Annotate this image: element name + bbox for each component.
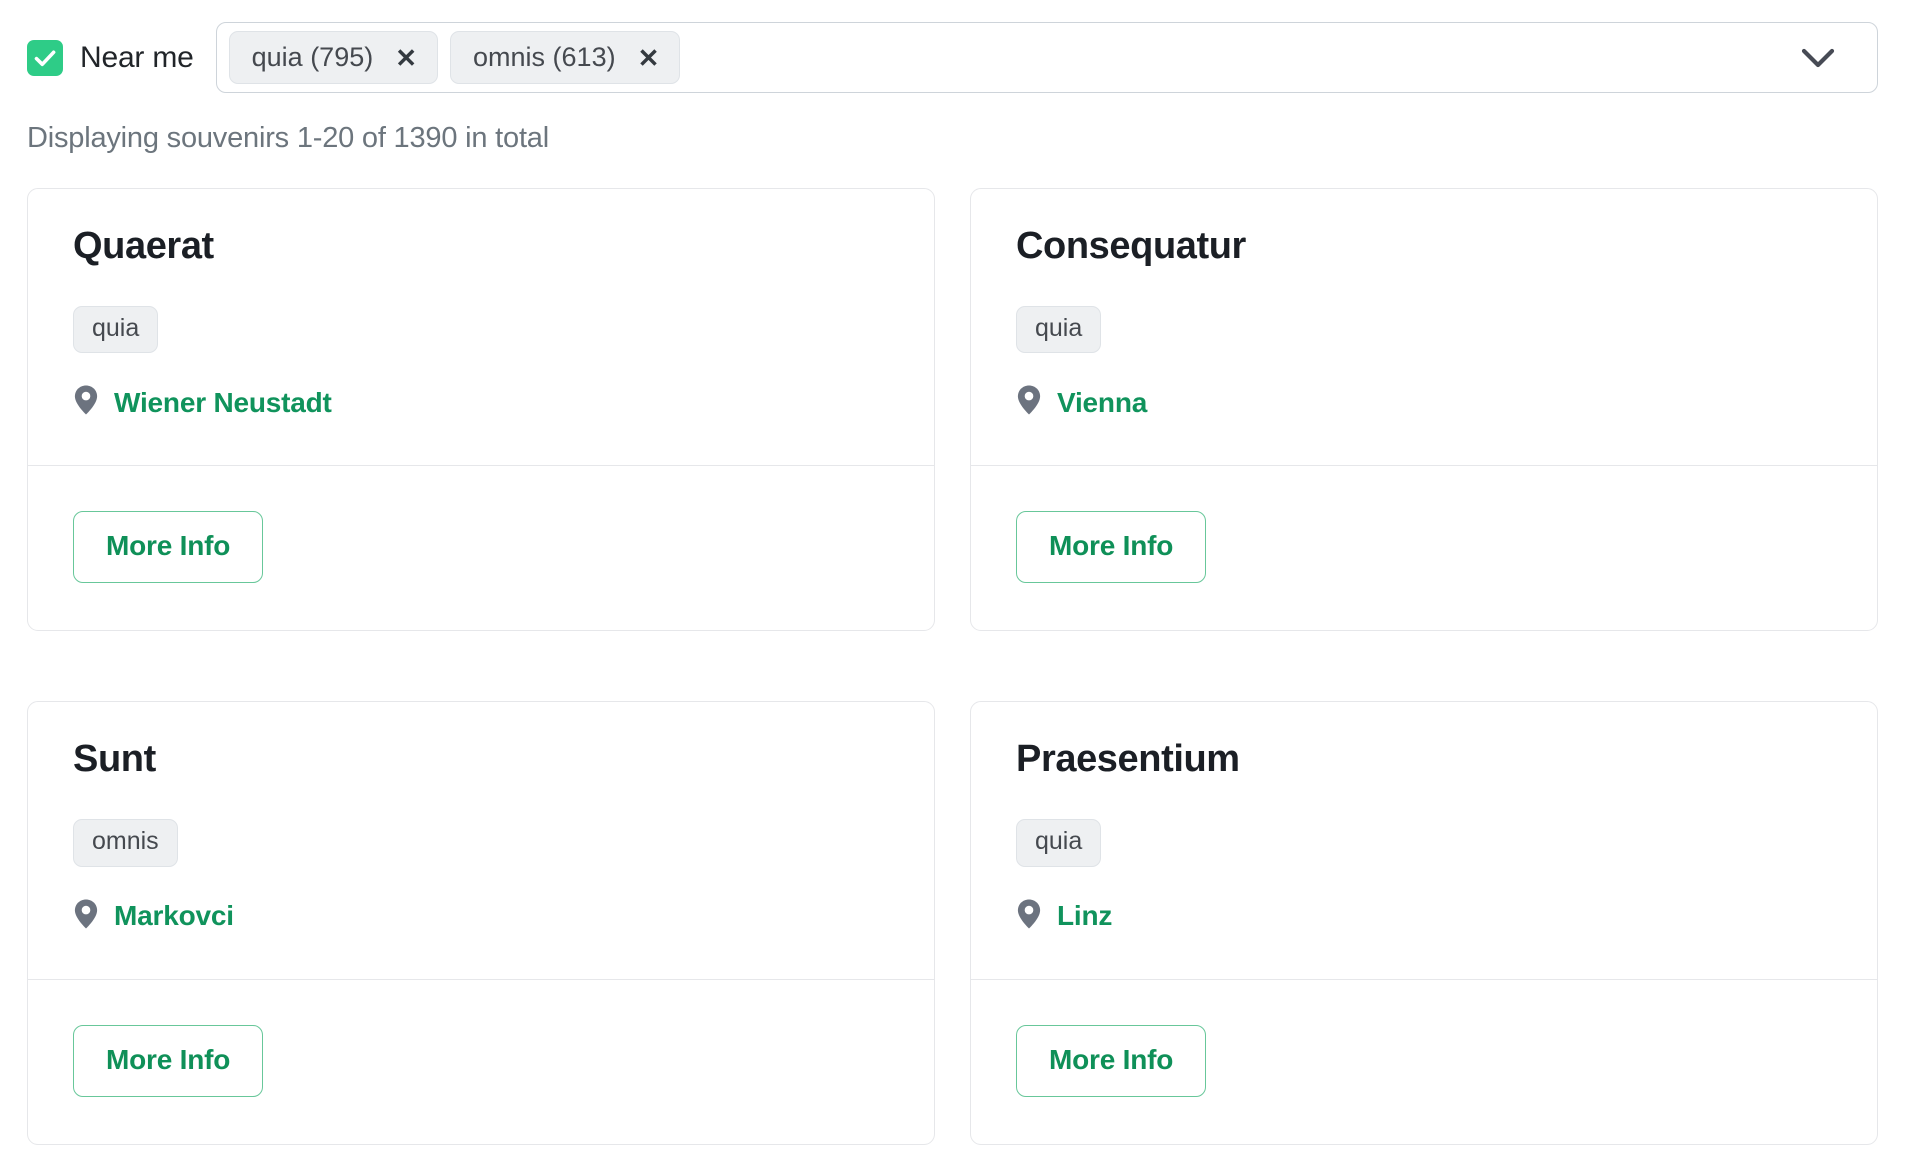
close-icon[interactable]: ✕	[638, 45, 660, 71]
card-footer: More Info	[971, 978, 1877, 1144]
selected-tags: quia (795) ✕ omnis (613) ✕	[228, 31, 1789, 84]
card-location: Wiener Neustadt	[73, 384, 889, 421]
card-location-name: Linz	[1057, 900, 1113, 932]
souvenir-card: Consequatur quia Vienna More Info	[970, 188, 1878, 632]
near-me-filter: Near me	[27, 39, 194, 76]
more-info-button[interactable]: More Info	[1016, 1024, 1207, 1097]
filter-bar: Near me quia (795) ✕ omnis (613) ✕	[27, 0, 1878, 93]
card-body: Quaerat quia Wiener Neustadt	[28, 189, 934, 465]
close-icon[interactable]: ✕	[395, 45, 417, 71]
card-title: Sunt	[73, 738, 156, 781]
souvenir-card: Sunt omnis Markovci More Info	[27, 701, 935, 1145]
souvenir-card: Praesentium quia Linz More Info	[970, 701, 1878, 1145]
chevron-down-icon[interactable]	[1799, 45, 1837, 71]
card-body: Praesentium quia Linz	[971, 702, 1877, 978]
tag-chip[interactable]: quia (795) ✕	[228, 31, 439, 84]
results-count: Displaying souvenirs 1-20 of 1390 in tot…	[27, 122, 549, 154]
card-footer: More Info	[28, 465, 934, 630]
card-body: Sunt omnis Markovci	[28, 702, 934, 978]
card-title: Praesentium	[1016, 738, 1240, 781]
near-me-checkbox[interactable]	[27, 39, 63, 76]
card-location: Vienna	[1016, 384, 1832, 421]
map-pin-icon	[73, 898, 99, 935]
card-footer: More Info	[971, 465, 1877, 630]
tag-chip-label: quia (795)	[251, 42, 374, 72]
card-title: Quaerat	[73, 225, 214, 267]
card-footer: More Info	[28, 978, 934, 1144]
map-pin-icon	[1016, 898, 1042, 935]
card-location: Linz	[1016, 898, 1832, 935]
map-pin-icon	[1016, 384, 1042, 421]
souvenirs-page: Near me quia (795) ✕ omnis (613) ✕ Displ…	[0, 0, 1905, 1168]
more-info-button[interactable]: More Info	[1016, 511, 1207, 584]
more-info-button[interactable]: More Info	[73, 1024, 264, 1097]
card-title: Consequatur	[1016, 225, 1246, 267]
card-body: Consequatur quia Vienna	[971, 189, 1877, 465]
card-location-name: Vienna	[1057, 386, 1148, 418]
near-me-label: Near me	[80, 40, 194, 74]
card-location: Markovci	[73, 898, 889, 935]
card-tag-badge: omnis	[73, 819, 178, 867]
tag-chip[interactable]: omnis (613) ✕	[450, 31, 681, 84]
souvenir-card: Quaerat quia Wiener Neustadt More Info	[27, 188, 935, 632]
tag-chip-label: omnis (613)	[473, 42, 616, 72]
card-tag-badge: quia	[1016, 819, 1102, 867]
souvenir-card-grid: Quaerat quia Wiener Neustadt More Info C…	[27, 188, 1878, 1145]
card-location-name: Wiener Neustadt	[114, 386, 332, 418]
card-tag-badge: quia	[73, 305, 159, 354]
more-info-button[interactable]: More Info	[73, 511, 264, 584]
card-tag-badge: quia	[1016, 305, 1102, 354]
tag-select[interactable]: quia (795) ✕ omnis (613) ✕	[215, 22, 1878, 93]
map-pin-icon	[73, 384, 99, 421]
card-location-name: Markovci	[114, 900, 234, 932]
